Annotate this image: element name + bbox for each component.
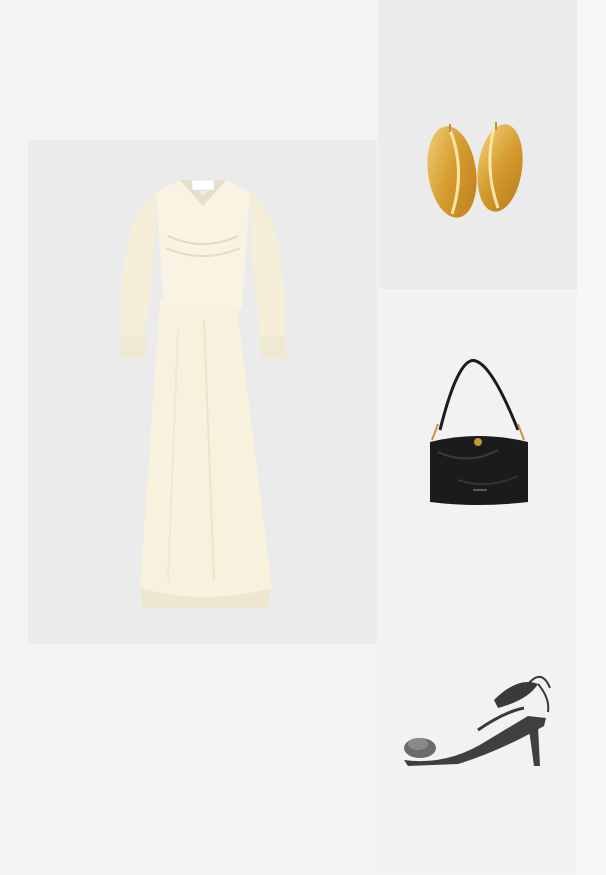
handbag-icon (430, 359, 528, 505)
sandal-icon (404, 676, 551, 766)
sandals-image[interactable] (378, 580, 577, 866)
product-card-earrings[interactable] (378, 0, 577, 289)
dress-icon (120, 179, 286, 608)
bag-image[interactable] (378, 290, 577, 580)
product-card-bag[interactable] (378, 290, 577, 580)
product-card-dress[interactable] (28, 140, 377, 644)
earring-icon (427, 122, 523, 218)
earrings-image[interactable] (378, 0, 577, 289)
page-margin (577, 0, 606, 875)
product-card-sandals[interactable] (378, 580, 577, 866)
dress-image[interactable] (28, 140, 377, 644)
